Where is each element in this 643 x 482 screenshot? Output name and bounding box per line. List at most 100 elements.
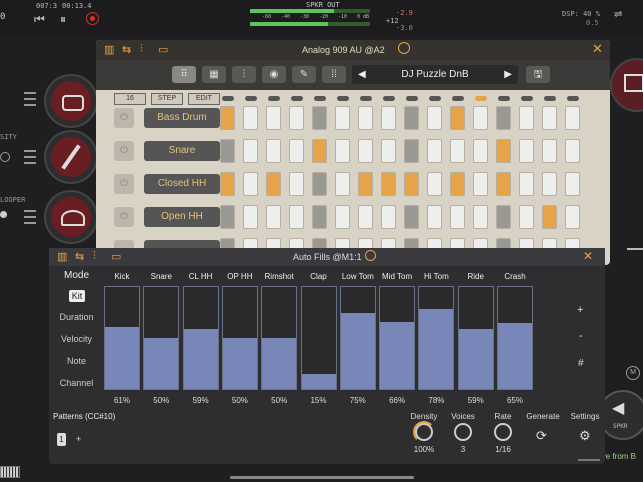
route-node-icon[interactable] [610,58,643,112]
row-label[interactable]: Bass Drum [144,108,220,128]
mixer-icon[interactable]: ⫶ [140,43,143,56]
step-pad[interactable] [243,172,258,196]
step-pad[interactable] [289,205,304,229]
step-pad[interactable] [381,106,396,130]
mode-kit[interactable]: Kit [69,290,85,302]
gear-icon[interactable]: ⚙ [579,428,591,444]
mode-note[interactable]: Note [49,356,104,366]
step-pad[interactable] [358,172,373,196]
row-mute-button[interactable]: ⏻ [114,141,134,161]
step-pad[interactable] [565,172,580,196]
step-pad[interactable] [473,205,488,229]
step-pad[interactable] [358,139,373,163]
step-pad[interactable] [542,205,557,229]
pattern-1-button[interactable]: 1 [57,433,66,446]
home-indicator[interactable] [230,476,414,479]
column-slider[interactable] [339,286,376,390]
add-pattern-button[interactable]: + [76,434,81,444]
af-mixer-icon[interactable]: ⫶ [93,250,96,263]
step-pad[interactable] [335,139,350,163]
mode-channel[interactable]: Channel [49,378,104,388]
step-pad[interactable] [565,139,580,163]
step-pad[interactable] [404,106,419,130]
steps-count-button[interactable]: 16 [114,93,146,105]
route-icon[interactable]: ⇌ [614,9,622,20]
step-pad[interactable] [519,172,534,196]
step-pad[interactable] [312,172,327,196]
close-icon[interactable]: ✕ [592,41,603,57]
step-pad[interactable] [542,172,557,196]
step-pad[interactable] [427,139,442,163]
step-pad[interactable] [335,106,350,130]
step-pad[interactable] [473,106,488,130]
preset-next-icon[interactable]: ▶ [504,65,512,84]
af-piano-icon[interactable]: ▥ [57,250,67,263]
af-routing-icon[interactable]: ⇆ [75,250,84,263]
step-pad[interactable] [381,139,396,163]
step-pad[interactable] [358,106,373,130]
track-3-menu-icon[interactable] [24,210,36,224]
step-pad[interactable] [404,205,419,229]
column-slider[interactable] [418,286,455,390]
step-pad[interactable] [565,106,580,130]
step-pad[interactable] [565,205,580,229]
step-pad[interactable] [312,139,327,163]
step-pad[interactable] [266,205,281,229]
step-pad[interactable] [312,205,327,229]
rate-knob[interactable] [494,423,512,441]
step-pad[interactable] [220,106,235,130]
step-pad[interactable] [312,106,327,130]
track-2-small-knob[interactable] [0,152,10,162]
mute-m-button[interactable]: M [626,366,640,380]
step-pad[interactable] [266,106,281,130]
step-pad[interactable] [519,106,534,130]
column-slider[interactable] [497,286,533,390]
pause-icon[interactable]: ⏸ [60,12,66,27]
step-pad[interactable] [427,172,442,196]
step-pad[interactable] [519,139,534,163]
step-pad[interactable] [220,205,235,229]
row-label[interactable]: Open HH [144,207,220,227]
save-icon[interactable]: 🖫 [526,66,550,83]
step-pad[interactable] [496,106,511,130]
step-pad[interactable] [289,106,304,130]
step-pad[interactable] [473,172,488,196]
row-mute-button[interactable]: ⏻ [114,108,134,128]
af-resize-handle[interactable] [578,459,600,461]
dots-grid-icon[interactable]: ⁞⁞ [322,66,346,83]
step-pad[interactable] [289,139,304,163]
pencil-icon[interactable]: ✎ [292,66,316,83]
af-folder-icon[interactable]: ▭ [111,250,121,263]
af-close-icon[interactable]: ✕ [583,249,593,263]
column-slider[interactable] [143,286,180,390]
mode-duration[interactable]: Duration [49,312,104,322]
routing-icon[interactable]: ⇆ [122,43,131,56]
column-slider[interactable] [379,286,416,390]
step-pad[interactable] [266,139,281,163]
pads-view-icon[interactable]: ▦ [202,66,226,83]
step-pad[interactable] [450,139,465,163]
step-pad[interactable] [266,172,281,196]
step-pad[interactable] [496,205,511,229]
column-slider[interactable] [182,286,219,390]
step-pad[interactable] [404,139,419,163]
step-pad[interactable] [335,172,350,196]
power-icon[interactable] [398,42,410,54]
voices-knob[interactable] [454,423,472,441]
step-pad[interactable] [220,139,235,163]
grid-view-icon[interactable]: ⠿ [172,66,196,83]
step-pad[interactable] [243,106,258,130]
step-pad[interactable] [335,205,350,229]
column-slider[interactable] [104,286,140,390]
column-slider[interactable] [300,286,337,390]
record-icon[interactable] [86,12,99,25]
keyboard-icon[interactable] [0,466,20,478]
step-pad[interactable] [450,205,465,229]
track-3-looper-wings-icon[interactable] [44,190,98,244]
step-pad[interactable] [542,139,557,163]
track-1-drum-icon[interactable] [44,74,98,128]
track-2-guitar-icon[interactable] [44,130,98,184]
step-pad[interactable] [427,205,442,229]
track-1-menu-icon[interactable] [24,92,36,106]
step-pad[interactable] [496,139,511,163]
